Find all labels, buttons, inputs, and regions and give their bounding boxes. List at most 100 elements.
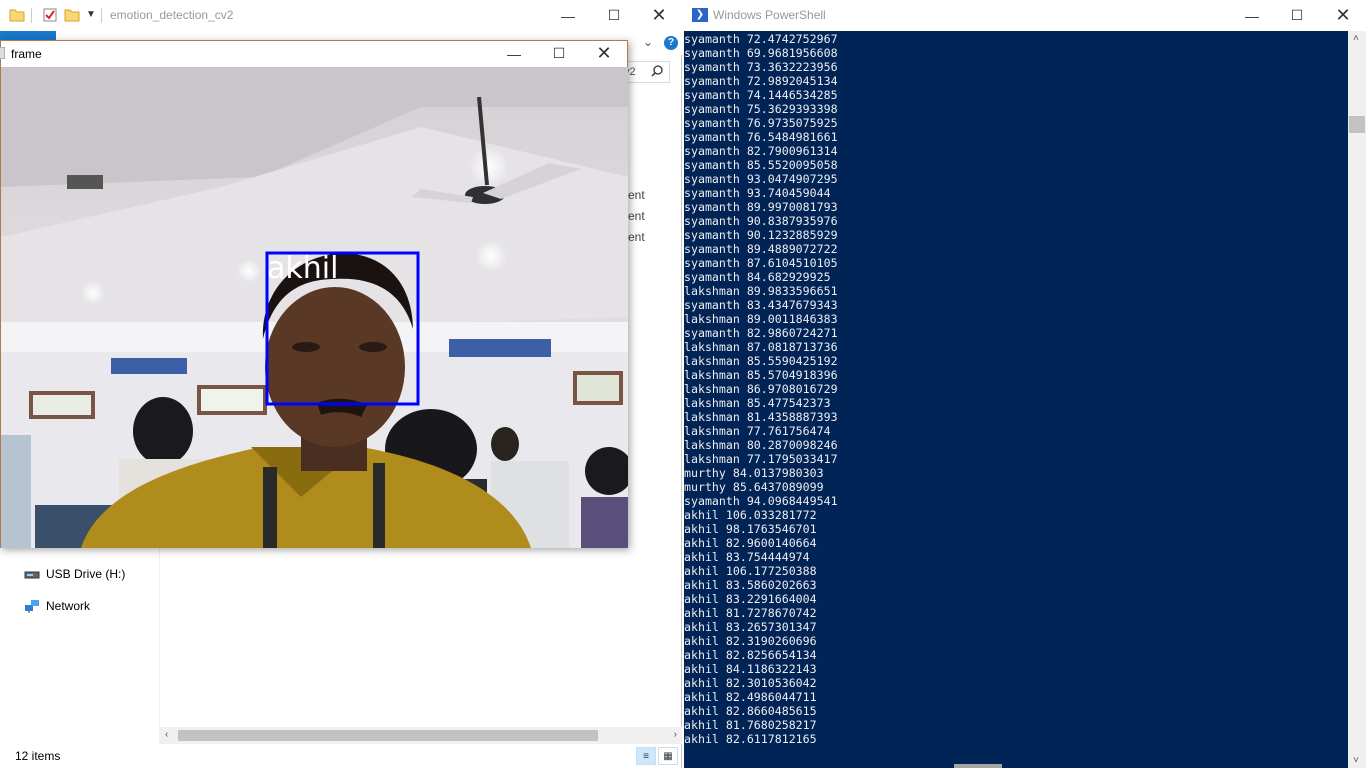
minimize-button[interactable]: — bbox=[491, 38, 537, 69]
maximize-button[interactable]: ☐ bbox=[536, 38, 582, 69]
console-output[interactable]: syamanth 72.4742752967 syamanth 69.968195… bbox=[684, 31, 1348, 768]
window-title: emotion_detection_cv2 bbox=[110, 8, 234, 22]
chevron-down-icon[interactable]: ⌄ bbox=[643, 35, 653, 49]
console-line: syamanth 75.3629393398 bbox=[684, 102, 838, 116]
divider bbox=[31, 8, 32, 23]
console-line: akhil 81.7278670742 bbox=[684, 606, 817, 620]
console-line: lakshman 89.9833596651 bbox=[684, 284, 838, 298]
console-line: syamanth 87.6104510105 bbox=[684, 256, 838, 270]
file-type-fragment: ent bbox=[628, 230, 645, 244]
status-bar: 12 items bbox=[0, 744, 682, 768]
console-line: akhil 82.3190260696 bbox=[684, 634, 817, 648]
console-line: syamanth 74.1446534285 bbox=[684, 88, 838, 102]
console-line: lakshman 80.2870098246 bbox=[684, 438, 838, 452]
file-type-fragment: ent bbox=[628, 209, 645, 223]
console-line: syamanth 94.0968449541 bbox=[684, 494, 838, 508]
large-icons-view-icon[interactable]: ▦ bbox=[658, 747, 678, 765]
console-line: lakshman 85.5704918396 bbox=[684, 368, 838, 382]
console-line: syamanth 90.1232885929 bbox=[684, 228, 838, 242]
console-line: akhil 82.6117812165 bbox=[684, 732, 817, 746]
nav-item-usb-drive[interactable]: USB Drive (H:) bbox=[24, 564, 125, 584]
folder-icon bbox=[9, 9, 25, 22]
console-line: akhil 82.8660485615 bbox=[684, 704, 817, 718]
console-line: lakshman 77.1795033417 bbox=[684, 452, 838, 466]
window-title: frame bbox=[11, 47, 42, 61]
console-line: lakshman 85.477542373 bbox=[684, 396, 831, 410]
maximize-button[interactable]: ☐ bbox=[1274, 0, 1320, 31]
customize-toolbar-icon[interactable]: ▼ bbox=[86, 9, 96, 20]
console-line: lakshman 81.4358887393 bbox=[684, 410, 838, 424]
console-line: syamanth 89.4889072722 bbox=[684, 242, 838, 256]
scroll-left-icon[interactable]: ‹ bbox=[165, 729, 168, 740]
scrollbar-thumb[interactable] bbox=[1349, 116, 1365, 133]
powershell-titlebar: ❯ Windows PowerShell — ☐ ✕ bbox=[684, 0, 1366, 31]
console-line: syamanth 93.740459044 bbox=[684, 186, 831, 200]
vertical-scrollbar[interactable]: ˄ ˅ bbox=[1348, 31, 1366, 768]
console-line: syamanth 89.9970081793 bbox=[684, 200, 838, 214]
console-line: lakshman 86.9708016729 bbox=[684, 382, 838, 396]
divider bbox=[101, 8, 102, 23]
maximize-button[interactable]: ☐ bbox=[591, 0, 637, 31]
console-line: lakshman 85.5590425192 bbox=[684, 354, 838, 368]
close-button[interactable]: ✕ bbox=[581, 38, 627, 69]
console-line: akhil 106.033281772 bbox=[684, 508, 817, 522]
console-line: murthy 85.6437089099 bbox=[684, 480, 824, 494]
console-line: syamanth 85.5520095058 bbox=[684, 158, 838, 172]
scroll-right-icon[interactable]: › bbox=[674, 729, 677, 740]
console-line: syamanth 76.9735075925 bbox=[684, 116, 838, 130]
network-icon bbox=[25, 600, 39, 613]
console-line: akhil 82.3010536042 bbox=[684, 676, 817, 690]
nav-item-label: USB Drive (H:) bbox=[46, 567, 126, 581]
console-line: akhil 98.1763546701 bbox=[684, 522, 817, 536]
close-button[interactable]: ✕ bbox=[636, 0, 682, 31]
console-line: akhil 81.7680258217 bbox=[684, 718, 817, 732]
new-folder-icon[interactable] bbox=[64, 7, 80, 23]
console-line: syamanth 72.9892045134 bbox=[684, 74, 838, 88]
face-recognition-label: akhil bbox=[267, 251, 339, 286]
scrollbar-thumb[interactable] bbox=[178, 730, 598, 741]
console-line: syamanth 76.5484981661 bbox=[684, 130, 838, 144]
console-line: syamanth 93.0474907295 bbox=[684, 172, 838, 186]
usb-drive-icon bbox=[24, 571, 40, 579]
minimize-button[interactable]: — bbox=[545, 0, 591, 31]
console-line: syamanth 72.4742752967 bbox=[684, 32, 838, 46]
app-icon bbox=[0, 47, 5, 59]
horizontal-scroll-indicator bbox=[954, 764, 1002, 768]
window-title: Windows PowerShell bbox=[713, 8, 826, 22]
scroll-down-icon[interactable]: ˅ bbox=[1353, 755, 1359, 766]
console-line: murthy 84.0137980303 bbox=[684, 466, 824, 480]
properties-check-icon[interactable] bbox=[42, 7, 58, 23]
console-line: syamanth 82.7900961314 bbox=[684, 144, 838, 158]
console-line: akhil 84.1186322143 bbox=[684, 662, 817, 676]
search-icon bbox=[651, 65, 663, 80]
console-line: akhil 82.8256654134 bbox=[684, 648, 817, 662]
file-type-fragment: ent bbox=[628, 188, 645, 202]
console-line: syamanth 83.4347679343 bbox=[684, 298, 838, 312]
console-line: akhil 83.5860202663 bbox=[684, 578, 817, 592]
explorer-titlebar: ▼ emotion_detection_cv2 — ☐ ✕ bbox=[0, 0, 682, 31]
console-line: akhil 82.9600140664 bbox=[684, 536, 817, 550]
nav-item-network[interactable]: Network bbox=[24, 596, 90, 616]
console-line: akhil 82.4986044711 bbox=[684, 690, 817, 704]
console-line: lakshman 89.0011846383 bbox=[684, 312, 838, 326]
console-line: syamanth 84.682929925 bbox=[684, 270, 831, 284]
item-count: 12 items bbox=[15, 749, 61, 763]
console-line: akhil 106.177250388 bbox=[684, 564, 817, 578]
help-icon[interactable]: ? bbox=[664, 36, 678, 50]
scroll-up-icon[interactable]: ˄ bbox=[1353, 33, 1359, 44]
camera-frame-image: akhil bbox=[1, 67, 628, 548]
horizontal-scrollbar[interactable]: ‹ › bbox=[160, 727, 682, 744]
console-line: syamanth 90.8387935976 bbox=[684, 214, 838, 228]
console-line: akhil 83.2657301347 bbox=[684, 620, 817, 634]
console-line: syamanth 69.9681956608 bbox=[684, 46, 838, 60]
powershell-icon: ❯ bbox=[692, 8, 708, 22]
minimize-button[interactable]: — bbox=[1229, 0, 1275, 31]
details-view-icon[interactable]: ≡ bbox=[636, 747, 656, 765]
console-line: lakshman 77.761756474 bbox=[684, 424, 831, 438]
opencv-frame-window: frame — ☐ ✕ akhil bbox=[0, 40, 628, 548]
console-line: lakshman 87.0818713736 bbox=[684, 340, 838, 354]
close-button[interactable]: ✕ bbox=[1320, 0, 1366, 31]
console-line: syamanth 82.9860724271 bbox=[684, 326, 838, 340]
camera-scene bbox=[1, 67, 628, 548]
nav-item-label: Network bbox=[46, 599, 91, 613]
